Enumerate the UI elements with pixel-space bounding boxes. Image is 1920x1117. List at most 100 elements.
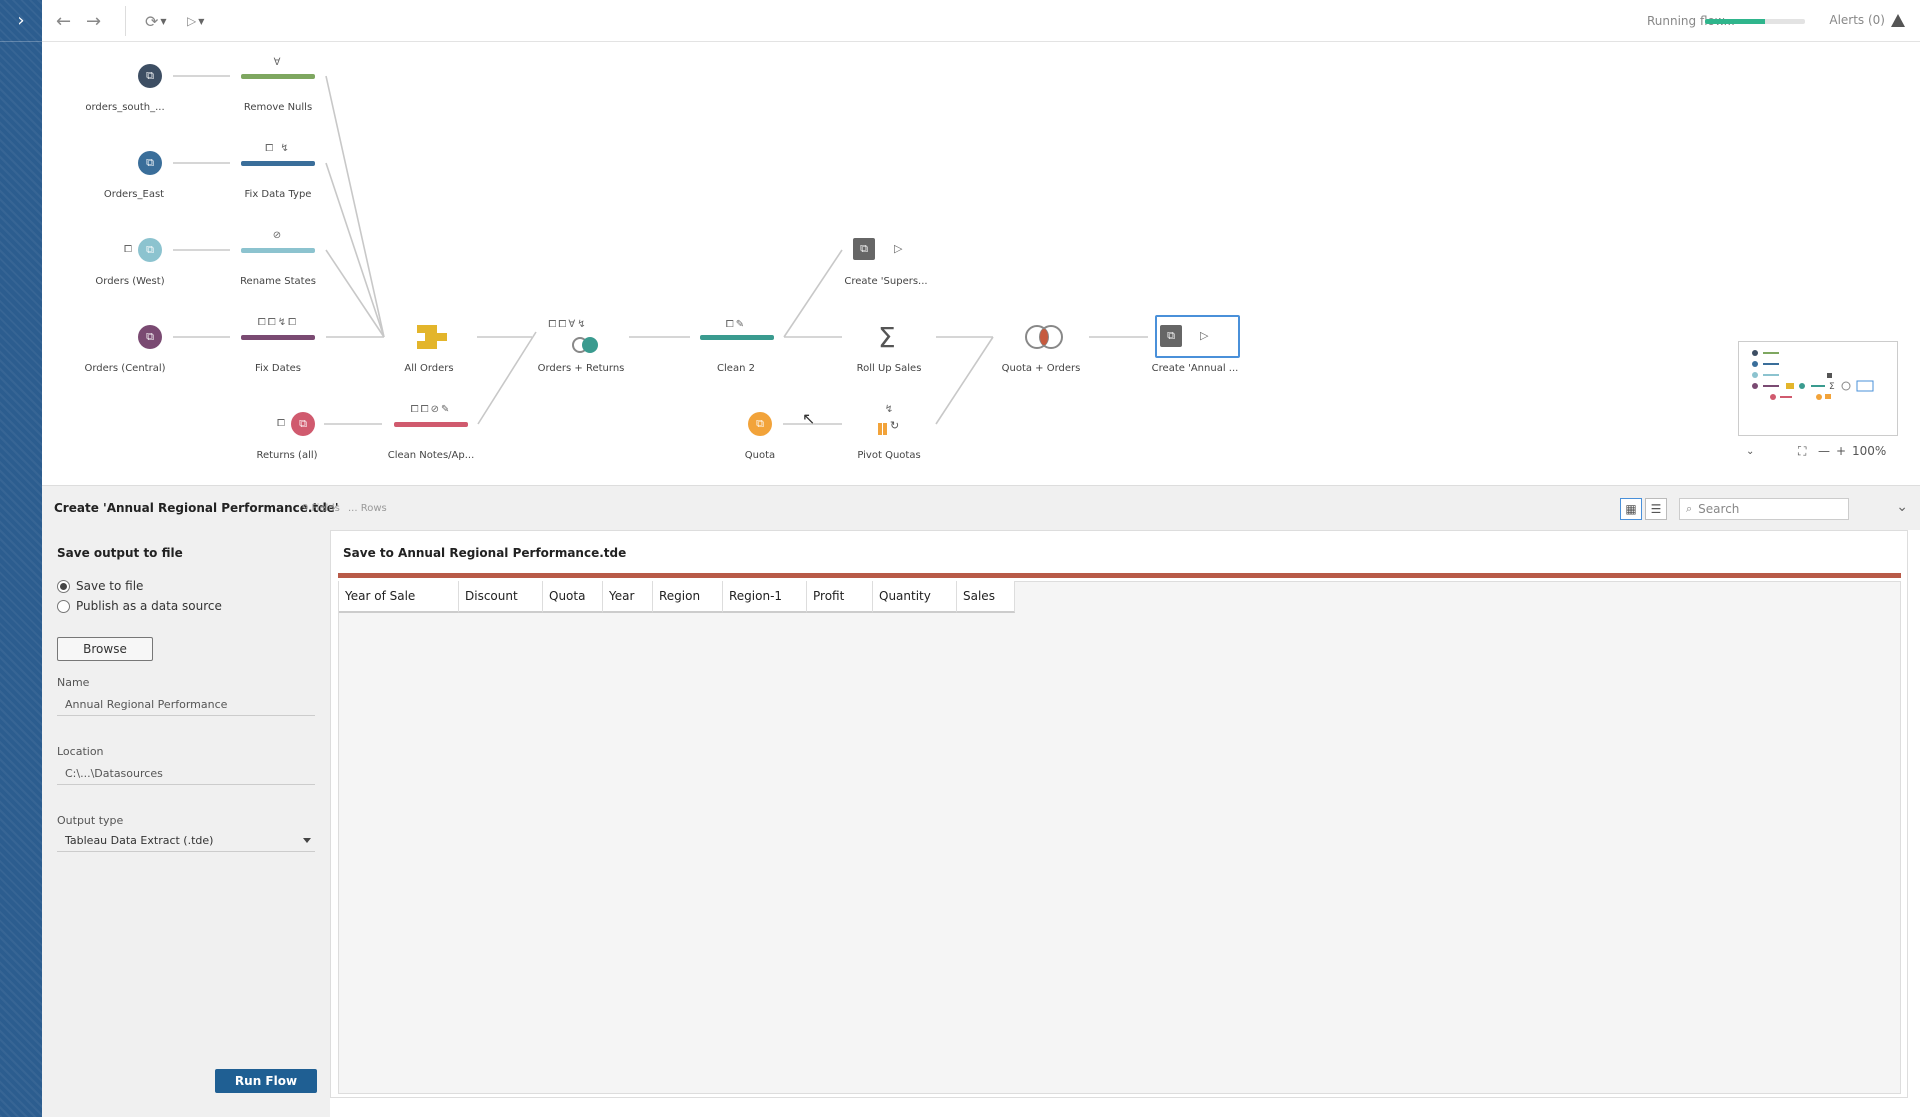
location-label: Location <box>57 745 104 758</box>
run-play-icon[interactable]: ▷ ▼ <box>187 9 204 33</box>
left-rail: › <box>0 0 42 1117</box>
orders-south-label: orders_south_... <box>85 102 165 113</box>
refresh-icon[interactable]: ⟳ ▼ <box>145 9 167 33</box>
returns-all-label: Returns (all) <box>256 450 318 461</box>
remove-nulls-label: Remove Nulls <box>243 102 313 113</box>
step-change-icons: ⧠⧠↯⧠ <box>257 317 299 328</box>
orders-east-label: Orders_East <box>103 189 165 200</box>
name-field[interactable] <box>57 694 315 716</box>
output-type-value: Tableau Data Extract (.tde) <box>65 834 214 847</box>
location-field[interactable] <box>57 763 315 785</box>
orders-south-input[interactable]: ⧉ <box>138 64 162 88</box>
column-header[interactable]: Sales <box>957 581 1015 613</box>
step-change-icons: ↯ <box>884 404 896 415</box>
column-header[interactable]: Quantity <box>873 581 957 613</box>
dropdown-arrow-icon <box>303 838 311 843</box>
orders-east-input[interactable]: ⧉ <box>138 151 162 175</box>
orders-west-label: Orders (West) <box>95 276 165 287</box>
output-superstore-node[interactable]: ⧉ <box>853 238 875 260</box>
profile-pane-header: Create 'Annual Regional Performance.tde'… <box>42 485 1920 530</box>
toolbar: ← → ⟳ ▼ ▷ ▼ Running flow... Alerts (0) <box>42 0 1920 42</box>
output-preview: Save to Annual Regional Performance.tde … <box>330 530 1908 1098</box>
remove-nulls-step[interactable] <box>241 74 315 79</box>
step-change-icons: ⧠⧠∀↯ <box>548 319 588 330</box>
column-header[interactable]: Profit <box>807 581 873 613</box>
create-annual-label: Create 'Annual ... <box>1151 363 1239 374</box>
row-count: ... Rows <box>348 503 387 514</box>
toolbar-divider <box>125 6 126 36</box>
column-header[interactable]: Discount <box>459 581 543 613</box>
column-header[interactable]: Region-1 <box>723 581 807 613</box>
orders-returns-label: Orders + Returns <box>537 363 625 374</box>
pivot-quotas-label: Pivot Quotas <box>857 450 921 461</box>
step-change-icons: ⧠✎ <box>725 319 747 330</box>
forward-arrow-icon[interactable]: → <box>86 9 101 33</box>
minimap-overview: Σ <box>1752 350 1874 400</box>
pivot-icon[interactable]: ↻ <box>878 419 904 435</box>
settings-title: Save output to file <box>57 546 183 560</box>
save-to-file-label: Save to file <box>76 579 144 593</box>
back-arrow-icon[interactable]: ← <box>56 9 71 33</box>
radio-selected-icon <box>57 579 70 593</box>
run-output-icon[interactable]: ▷ <box>1200 329 1208 342</box>
zoom-out-icon[interactable]: — <box>1818 444 1830 458</box>
fix-dates-step[interactable] <box>241 335 315 340</box>
returns-all-input[interactable]: ⧉ <box>291 412 315 436</box>
preview-title: Save to Annual Regional Performance.tde <box>343 546 627 560</box>
output-color-bar <box>338 573 1901 578</box>
warning-icon <box>1891 13 1905 27</box>
chevron-down-icon[interactable]: ⌄ <box>1896 499 1908 515</box>
aggregate-sigma-icon[interactable]: Σ <box>878 321 896 354</box>
zoom-controls: ⌄ ⛶ — + 100% <box>1738 440 1898 462</box>
publish-data-source-radio[interactable]: Publish as a data source <box>57 599 222 613</box>
join-quota-icon[interactable] <box>1025 325 1065 349</box>
flow-connections <box>173 75 1148 425</box>
fix-data-type-label: Fix Data Type <box>244 189 312 200</box>
column-header[interactable]: Quota <box>543 581 603 613</box>
field-count: 9 Fields <box>302 503 340 514</box>
flow-canvas[interactable]: ⧉ orders_south_... ∀ Remove Nulls ⧉ Orde… <box>42 42 1920 485</box>
chevron-down-icon[interactable]: ⌄ <box>1746 446 1754 457</box>
column-header[interactable]: Year of Sale <box>339 581 459 613</box>
list-view-icon[interactable]: ☰ <box>1645 498 1667 520</box>
all-orders-label: All Orders <box>404 363 454 374</box>
grid-view-icon[interactable]: ▦ <box>1620 498 1642 520</box>
output-type-select[interactable]: Tableau Data Extract (.tde) <box>57 830 315 852</box>
alerts-button[interactable]: Alerts (0) <box>1829 13 1905 27</box>
zoom-level: 100% <box>1852 444 1887 458</box>
step-change-icons: ⧠ ↯ <box>265 143 291 154</box>
orders-west-input[interactable]: ⧉ <box>138 238 162 262</box>
run-flow-button[interactable]: Run Flow <box>215 1069 317 1093</box>
svg-text:Σ: Σ <box>1829 382 1835 392</box>
browse-button[interactable]: Browse <box>57 637 153 661</box>
rename-states-label: Rename States <box>240 276 316 287</box>
search-input[interactable]: ⌕ Search <box>1679 498 1849 520</box>
zoom-in-icon[interactable]: + <box>1836 444 1846 458</box>
fit-screen-icon[interactable]: ⛶ <box>1798 444 1806 459</box>
data-grid <box>338 581 1901 1094</box>
alerts-label: Alerts (0) <box>1829 13 1885 27</box>
output-annual-node[interactable]: ⧉ <box>1160 325 1182 347</box>
search-icon: ⌕ <box>1686 502 1693 515</box>
rename-states-step[interactable] <box>241 248 315 253</box>
column-header[interactable]: Year <box>603 581 653 613</box>
expand-panel-icon[interactable]: › <box>0 0 42 42</box>
clean-notes-step[interactable] <box>394 422 468 427</box>
step-change-icons: ⧠⧠⊘✎ <box>410 404 452 415</box>
column-header[interactable]: Region <box>653 581 723 613</box>
join-icon[interactable] <box>572 335 602 355</box>
flow-minimap[interactable]: Σ <box>1738 341 1898 436</box>
search-placeholder: Search <box>1698 502 1740 516</box>
save-to-file-radio[interactable]: Save to file <box>57 579 143 593</box>
union-icon[interactable] <box>417 325 447 349</box>
clean2-label: Clean 2 <box>717 363 755 374</box>
input-change-icon: ⧠ <box>124 244 134 255</box>
quota-input[interactable]: ⧉ <box>748 412 772 436</box>
output-settings-panel: Save output to file Save to file Publish… <box>42 530 330 1117</box>
fix-data-type-step[interactable] <box>241 161 315 166</box>
orders-central-input[interactable]: ⧉ <box>138 325 162 349</box>
run-progress-bar <box>1705 19 1805 24</box>
rename-icon: ⊘ <box>272 230 284 241</box>
clean2-step[interactable] <box>700 335 774 340</box>
run-output-icon[interactable]: ▷ <box>894 242 902 255</box>
